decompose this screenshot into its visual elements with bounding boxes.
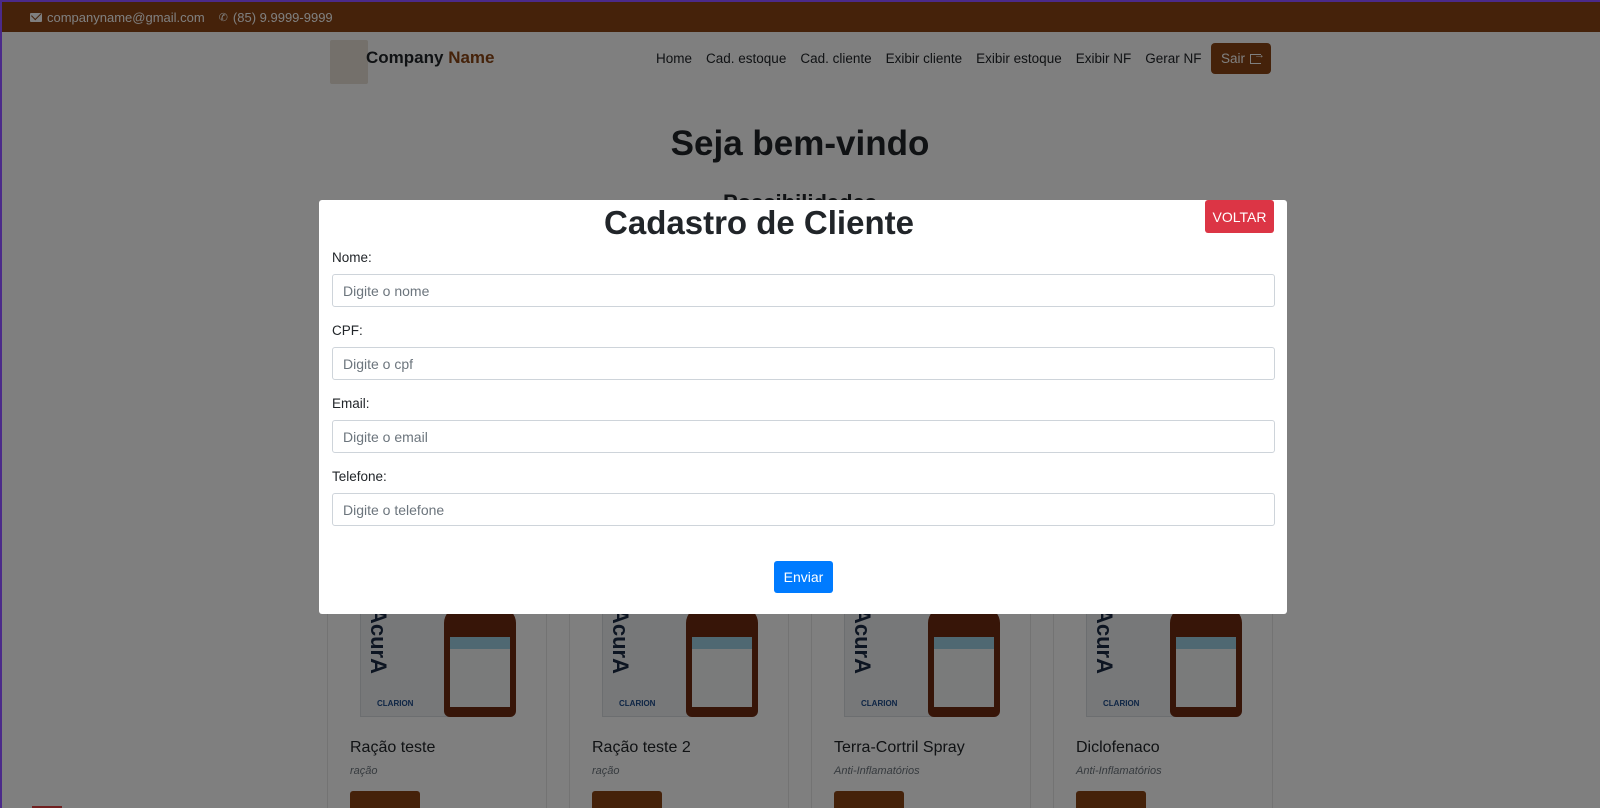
name-input[interactable] [332,274,1275,307]
cpf-input[interactable] [332,347,1275,380]
client-registration-modal: Cadastro de Cliente VOLTAR Nome: CPF: Em… [319,200,1287,614]
back-button[interactable]: VOLTAR [1205,200,1274,233]
cpf-label: CPF: [332,323,363,338]
email-label: Email: [332,396,370,411]
submit-button[interactable]: Enviar [774,561,833,593]
modal-title: Cadastro de Cliente [604,204,914,241]
email-input[interactable] [332,420,1275,453]
phone-label: Telefone: [332,469,387,484]
phone-input[interactable] [332,493,1275,526]
name-label: Nome: [332,250,372,265]
